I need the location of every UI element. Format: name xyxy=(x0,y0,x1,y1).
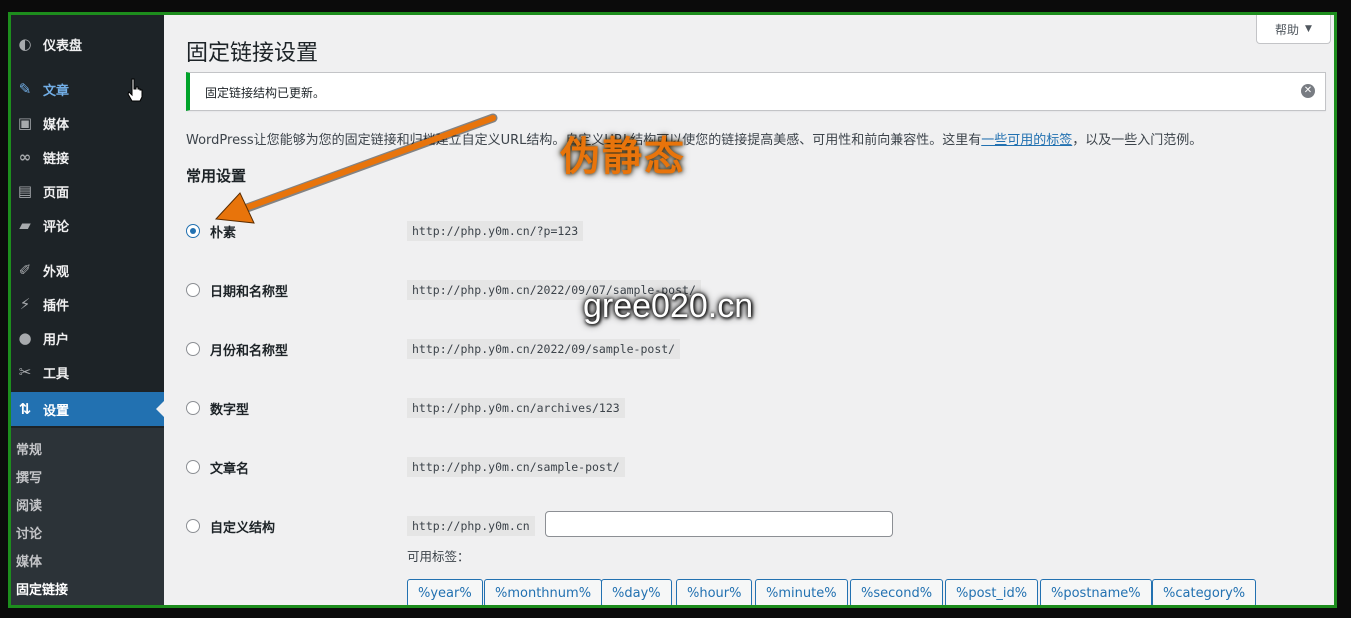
option-month-name[interactable]: 月份和名称型 http://php.y0m.cn/2022/09/sample-… xyxy=(186,339,1286,363)
comment-icon: ▰ xyxy=(19,216,31,234)
help-button[interactable]: 帮助 ▼ xyxy=(1256,15,1331,44)
tag-button-postname[interactable]: %postname% xyxy=(1040,579,1152,605)
option-label: 自定义结构 xyxy=(210,521,276,536)
plug-icon: ⚡ xyxy=(19,295,31,313)
tag-button-post-id[interactable]: %post_id% xyxy=(945,579,1039,605)
submenu-item-general[interactable]: 常规 xyxy=(16,439,42,458)
radio-post-name[interactable] xyxy=(186,460,200,474)
option-label: 朴素 xyxy=(210,226,237,241)
admin-sidebar: ◐ 仪表盘 ✎ 文章 ▣ 媒体 ∞ 链接 ▤ 页面 ▰ 评论 ✐ 外观 ⚡ 插件 xyxy=(11,15,164,605)
brush-icon: ✐ xyxy=(18,261,32,279)
sidebar-item-label: 用户 xyxy=(43,332,70,348)
sidebar-item-label: 外观 xyxy=(43,264,70,280)
media-icon: ▣ xyxy=(17,114,33,132)
submenu-item-discussion[interactable]: 讨论 xyxy=(16,523,42,542)
option-label: 文章名 xyxy=(210,462,250,477)
submenu-item-writing[interactable]: 撰写 xyxy=(16,467,42,486)
hand-cursor-icon xyxy=(127,78,143,102)
available-tags-label: 可用标签： xyxy=(407,549,470,564)
tag-button-monthnum[interactable]: %monthnum% xyxy=(484,579,603,605)
sidebar-item-dashboard[interactable]: ◐ 仪表盘 xyxy=(11,27,164,61)
sidebar-item-label: 页面 xyxy=(43,185,70,201)
option-numeric[interactable]: 数字型 http://php.y0m.cn/archives/123 xyxy=(186,398,1286,422)
sidebar-item-label: 媒体 xyxy=(43,117,70,133)
option-custom[interactable]: 自定义结构 http://php.y0m.cn xyxy=(186,511,1286,540)
sidebar-item-tools[interactable]: ✂ 工具 xyxy=(11,355,164,389)
radio-day-name[interactable] xyxy=(186,283,200,297)
sidebar-item-label: 插件 xyxy=(43,298,70,314)
example-url: http://php.y0m.cn/sample-post/ xyxy=(407,457,625,477)
sidebar-item-label: 评论 xyxy=(43,219,70,235)
intro-text: WordPress让您能够为您的固定链接和归档建立自定义URL结构。自定义URL… xyxy=(186,129,1202,148)
radio-numeric[interactable] xyxy=(186,401,200,415)
page-icon: ▤ xyxy=(17,182,33,200)
intro-after: ，以及一些入门范例。 xyxy=(1072,133,1203,148)
option-label: 数字型 xyxy=(210,403,250,418)
sidebar-item-appearance[interactable]: ✐ 外观 xyxy=(11,253,164,287)
help-label: 帮助 xyxy=(1275,22,1300,37)
option-post-name[interactable]: 文章名 http://php.y0m.cn/sample-post/ xyxy=(186,457,1286,481)
success-notice: 固定链接结构已更新。 ✕ xyxy=(186,72,1326,111)
sidebar-item-pages[interactable]: ▤ 页面 xyxy=(11,174,164,208)
page-title: 固定链接设置 xyxy=(186,41,319,66)
sidebar-item-label: 工具 xyxy=(43,366,70,382)
tag-button-day[interactable]: %day% xyxy=(601,579,672,605)
option-plain[interactable]: 朴素 http://php.y0m.cn/?p=123 xyxy=(186,221,1286,245)
radio-month-name[interactable] xyxy=(186,342,200,356)
example-url: http://php.y0m.cn/archives/123 xyxy=(407,398,625,418)
tag-button-year[interactable]: %year% xyxy=(407,579,483,605)
sidebar-item-comments[interactable]: ▰ 评论 xyxy=(11,208,164,242)
sidebar-item-label: 文章 xyxy=(43,83,70,99)
submenu-item-reading[interactable]: 阅读 xyxy=(16,495,42,514)
close-icon[interactable]: ✕ xyxy=(1301,84,1315,98)
radio-custom[interactable] xyxy=(186,519,200,533)
annotation-label: 伪静态 xyxy=(560,133,686,180)
section-title: 常用设置 xyxy=(186,167,247,185)
tag-button-hour[interactable]: %hour% xyxy=(676,579,753,605)
pin-icon: ✎ xyxy=(18,80,32,98)
sidebar-item-media[interactable]: ▣ 媒体 xyxy=(11,106,164,140)
example-url: http://php.y0m.cn xyxy=(407,516,535,536)
user-icon: ● xyxy=(18,329,32,347)
sidebar-item-users[interactable]: ● 用户 xyxy=(11,321,164,355)
settings-icon: ⇅ xyxy=(18,400,32,418)
option-label: 月份和名称型 xyxy=(210,344,289,359)
radio-plain[interactable] xyxy=(186,224,200,238)
example-url: http://php.y0m.cn/?p=123 xyxy=(407,221,584,241)
notice-text: 固定链接结构已更新。 xyxy=(205,86,326,100)
wrench-icon: ✂ xyxy=(18,363,32,381)
sidebar-item-plugins[interactable]: ⚡ 插件 xyxy=(11,287,164,321)
settings-submenu: 常规 撰写 阅读 讨论 媒体 固定链接 xyxy=(11,428,164,605)
tag-button-minute[interactable]: %minute% xyxy=(755,579,848,605)
link-icon: ∞ xyxy=(18,148,32,166)
watermark-url: gree020.cn xyxy=(583,287,754,325)
chevron-down-icon: ▼ xyxy=(1305,24,1312,34)
option-label: 日期和名称型 xyxy=(210,285,289,300)
tag-button-second[interactable]: %second% xyxy=(850,579,944,605)
sidebar-item-links[interactable]: ∞ 链接 xyxy=(11,140,164,174)
sidebar-item-settings[interactable]: ⇅ 设置 xyxy=(11,392,164,426)
available-tags-link[interactable]: 一些可用的标签 xyxy=(981,133,1072,148)
dashboard-icon: ◐ xyxy=(18,35,32,53)
sidebar-item-label: 链接 xyxy=(43,151,70,167)
sidebar-item-label: 仪表盘 xyxy=(43,38,83,54)
submenu-item-permalinks[interactable]: 固定链接 xyxy=(16,579,68,598)
sidebar-item-label: 设置 xyxy=(43,403,70,419)
custom-structure-input[interactable] xyxy=(545,511,893,537)
example-url: http://php.y0m.cn/2022/09/sample-post/ xyxy=(407,339,681,359)
submenu-item-media[interactable]: 媒体 xyxy=(16,551,42,570)
tag-button-category[interactable]: %category% xyxy=(1152,579,1257,605)
